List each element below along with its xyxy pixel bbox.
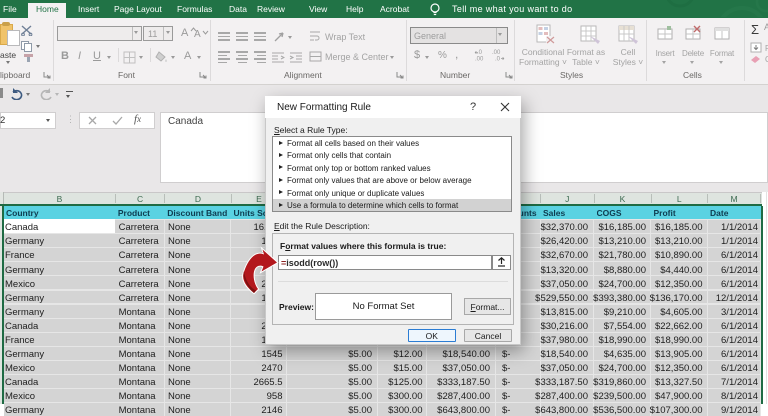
svg-text:.00: .00: [492, 50, 501, 56]
svg-text:.00: .00: [475, 57, 484, 62]
svg-text:.0: .0: [477, 50, 483, 56]
svg-text:.0: .0: [495, 57, 501, 62]
